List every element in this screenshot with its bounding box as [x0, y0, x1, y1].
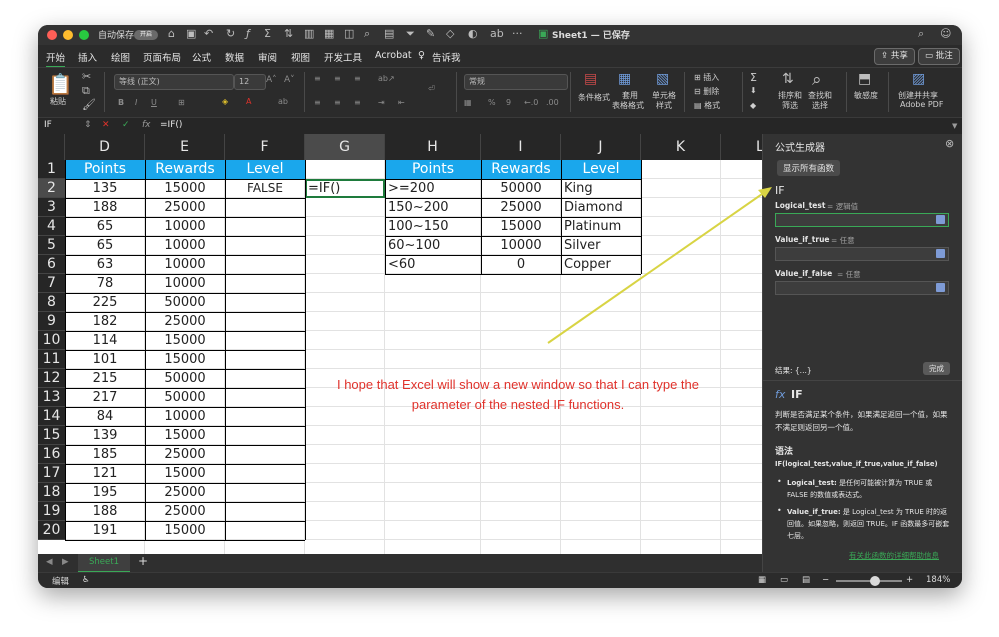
annotation-arrow	[547, 187, 772, 344]
annotation-arrow-line	[547, 191, 766, 344]
